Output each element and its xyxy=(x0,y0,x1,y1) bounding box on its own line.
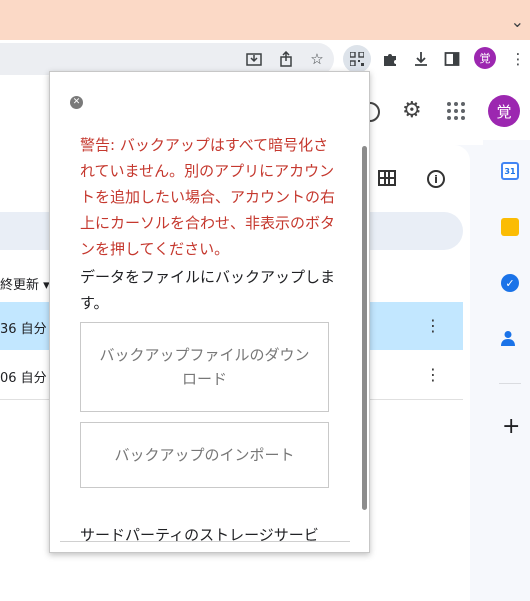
sort-column-header[interactable]: 終更新 ▾ xyxy=(0,274,50,293)
chevron-down-icon[interactable]: ⌄ xyxy=(511,12,524,31)
account-avatar[interactable]: 覚 xyxy=(488,95,520,127)
popup-footer xyxy=(60,541,350,552)
downloads-icon[interactable] xyxy=(411,49,431,69)
bookmark-star-icon[interactable]: ☆ xyxy=(307,49,327,69)
backup-intro: データをファイルにバックアップします。 xyxy=(80,268,336,312)
contacts-icon[interactable] xyxy=(501,330,515,346)
popup-content: ✕ 警告: バックアップはすべて暗号化されていません。別のアプリにアカウントを追… xyxy=(60,82,350,542)
download-backup-button[interactable]: バックアップファイルのダウンロード xyxy=(80,322,329,412)
row-meta: 06 自分 xyxy=(0,371,47,386)
browser-profile-avatar[interactable]: 覚 xyxy=(474,47,496,69)
backup-popup: ✕ 警告: バックアップはすべて暗号化されていません。別のアプリにアカウントを追… xyxy=(49,71,370,553)
side-divider xyxy=(499,383,521,384)
apps-grid-icon[interactable] xyxy=(447,102,465,120)
browser-titlebar: ⌄ xyxy=(0,0,530,40)
download-page-icon[interactable] xyxy=(244,49,264,69)
grid-view-icon[interactable] xyxy=(378,170,396,186)
puzzle-extensions-icon[interactable] xyxy=(380,49,400,69)
outer-scrollbar[interactable] xyxy=(362,146,367,510)
row-more-icon[interactable]: ⋮ xyxy=(425,365,441,384)
row-meta: 36 自分 xyxy=(0,322,47,337)
info-icon[interactable]: i xyxy=(427,170,445,188)
import-backup-button[interactable]: バックアップのインポート xyxy=(80,422,329,488)
encryption-warning: 警告: バックアップはすべて暗号化されていません。別のアプリにアカウントを追加し… xyxy=(80,136,336,258)
qr-extension-icon xyxy=(350,52,364,66)
tasks-icon[interactable]: ✓ xyxy=(501,274,519,292)
row-more-icon[interactable]: ⋮ xyxy=(425,316,441,335)
keep-icon[interactable] xyxy=(501,218,519,236)
qr-extension-button[interactable] xyxy=(343,45,371,73)
calendar-icon[interactable]: 31 xyxy=(501,162,519,180)
share-icon[interactable] xyxy=(276,49,296,69)
third-party-storage-text: サードパーティのストレージサービ xyxy=(80,526,319,542)
settings-gear-icon[interactable]: ⚙ xyxy=(402,98,422,123)
side-panel-icon[interactable] xyxy=(442,49,462,69)
add-addon-icon[interactable]: + xyxy=(502,414,520,439)
side-panel xyxy=(483,140,530,601)
close-icon[interactable]: ✕ xyxy=(70,96,83,109)
kebab-menu-icon[interactable]: ⋮ xyxy=(508,49,528,69)
